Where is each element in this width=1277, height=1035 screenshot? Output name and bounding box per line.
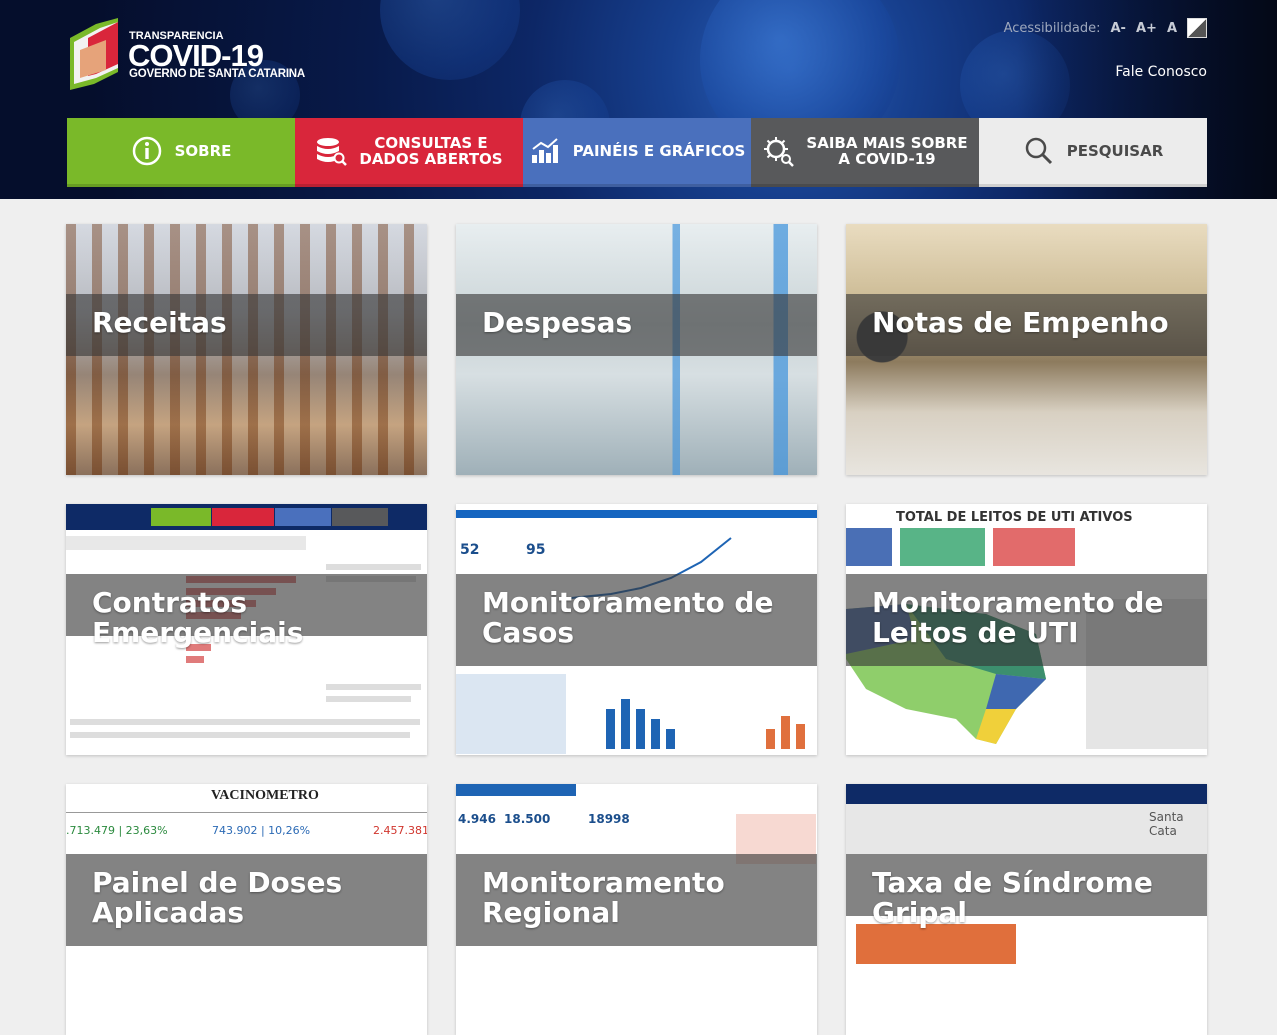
card-title: Contratos Emergenciais [92,586,304,649]
search-icon [1025,137,1052,165]
thumbnail-place: Santa Cata [1149,810,1184,838]
card-monitoramento-regional[interactable]: 4.946 18.500 18998 Monitoramento Regional [456,784,817,1035]
thumbnail-heading: VACINOMETRO [211,788,319,803]
accessibility-label: Acessibilidade: [1003,20,1101,36]
card-title: Monitoramento Regional [482,866,725,929]
contact-link[interactable]: Fale Conosco [1115,64,1207,80]
card-title: Painel de Doses Aplicadas [92,866,343,929]
nav-sobre-label: SOBRE [174,142,232,160]
card-title: Despesas [482,306,633,339]
card-title: Monitoramento de Casos [482,586,774,649]
doses-value: 2.457.381 [373,824,427,837]
card-monitoramento-leitos-uti[interactable]: TOTAL DE LEITOS DE UTI ATIVOS Monitorame… [846,504,1207,755]
database-search-icon [317,138,348,166]
kpi-value: 18.500 [504,812,551,826]
main-nav: SOBRE CONSULTAS E DADOS ABERTOS PAINÉIS E… [67,118,1207,187]
thumbnail-heading: TOTAL DE LEITOS DE UTI ATIVOS [896,510,1133,525]
info-icon [132,136,161,166]
card-monitoramento-casos[interactable]: 52 95 Monitoramento de Casos [456,504,817,755]
kpi-value: 18998 [588,812,630,826]
nav-sobre[interactable]: SOBRE [67,118,295,187]
site-header: TRANSPARENCIA COVID-19 GOVERNO DE SANTA … [0,0,1277,199]
kpi-value: 52 [460,542,480,558]
site-logo[interactable]: TRANSPARENCIA COVID-19 GOVERNO DE SANTA … [66,16,306,94]
nav-pesquisar[interactable]: PESQUISAR [979,118,1207,187]
card-title: Monitoramento de Leitos de UTI [872,586,1164,649]
doses-value: .713.479 | 23,63% [66,824,168,837]
kpi-value: 4.946 [458,812,496,826]
card-painel-doses-aplicadas[interactable]: VACINOMETRO .713.479 | 23,63% 743.902 | … [66,784,427,1035]
logo-mark-icon [70,18,118,90]
card-receitas[interactable]: Receitas [66,224,427,475]
font-increase-button[interactable]: A+ [1136,21,1157,36]
card-contratos-emergenciais[interactable]: Contratos Emergenciais [66,504,427,755]
card-notas-de-empenho[interactable]: Notas de Empenho [846,224,1207,475]
card-title: Taxa de Síndrome Gripal [872,866,1153,929]
nav-paineis-label: PAINÉIS E GRÁFICOS [572,142,746,160]
nav-paineis[interactable]: PAINÉIS E GRÁFICOS [523,118,751,187]
nav-consultas-label: CONSULTAS E DADOS ABERTOS [359,134,503,168]
contrast-icon[interactable] [1187,18,1207,38]
virus-search-icon [764,137,795,167]
font-decrease-button[interactable]: A- [1111,21,1126,36]
nav-consultas[interactable]: CONSULTAS E DADOS ABERTOS [295,118,523,187]
nav-saiba-mais[interactable]: SAIBA MAIS SOBRE A COVID-19 [751,118,979,187]
font-reset-button[interactable]: A [1167,21,1177,36]
kpi-value: 95 [526,542,546,558]
nav-pesquisar-label: PESQUISAR [1066,142,1164,160]
virus-background-image [380,0,520,80]
card-taxa-sindrome-gripal[interactable]: Santa Cata Taxa de Síndrome Gripal [846,784,1207,1035]
card-title: Receitas [92,306,227,339]
bar-chart-icon [531,138,558,163]
nav-saiba-mais-label: SAIBA MAIS SOBRE A COVID-19 [806,134,968,168]
logo-line-3: GOVERNO DE SANTA CATARINA [129,68,306,80]
card-despesas[interactable]: Despesas [456,224,817,475]
accessibility-bar: Acessibilidade: A- A+ A [1004,18,1207,38]
doses-value: 743.902 | 10,26% [212,824,311,837]
card-title: Notas de Empenho [872,306,1169,339]
